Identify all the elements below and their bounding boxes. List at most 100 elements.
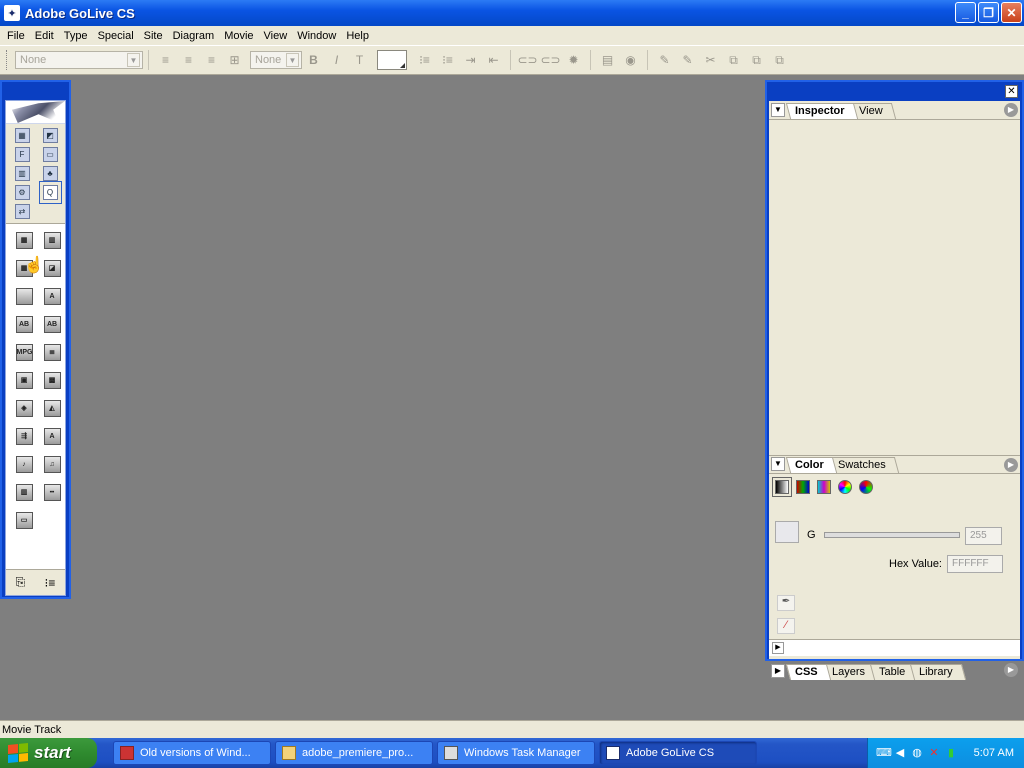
palette-menu-icon[interactable]: ⁝≡ xyxy=(45,576,56,590)
font-size-select[interactable]: None ▼ xyxy=(250,51,302,69)
close-icon[interactable]: ✕ xyxy=(1005,85,1018,98)
panel-menu-icon[interactable]: ▼ xyxy=(771,103,785,117)
tab-smart-icon[interactable]: ◩ xyxy=(42,128,58,143)
tab-smil-icon[interactable]: ⇄ xyxy=(14,204,30,219)
paragraph-format-select[interactable]: None ▼ xyxy=(15,51,143,69)
monitor-icon[interactable]: ▮ xyxy=(944,746,958,760)
mpeg-track-icon[interactable]: MPG xyxy=(15,344,33,361)
browser-menu-icon[interactable]: ◉ xyxy=(620,50,641,70)
menu-movie[interactable]: Movie xyxy=(219,30,258,42)
music-track-icon[interactable]: ♫ xyxy=(43,456,61,473)
pattern-track-icon[interactable]: ▩ xyxy=(43,372,61,389)
align-right-icon[interactable]: ≡ xyxy=(201,50,222,70)
menu-special[interactable]: Special xyxy=(93,30,139,42)
picture-track-icon[interactable]: ◭ xyxy=(43,400,61,417)
panel-menu-icon[interactable]: ▼ xyxy=(771,457,785,471)
tab-forms-icon[interactable]: F xyxy=(14,147,30,162)
tab-color[interactable]: Color xyxy=(785,457,837,473)
preview-menu-icon[interactable]: ▤ xyxy=(597,50,618,70)
expand-triangle-icon[interactable]: ▶ xyxy=(772,642,784,654)
chapter-track-icon[interactable]: AB xyxy=(43,316,61,333)
align-left-icon[interactable]: ≡ xyxy=(155,50,176,70)
clip-track-icon[interactable]: ▥ xyxy=(15,484,33,501)
current-color-swatch[interactable] xyxy=(775,521,799,543)
bold-icon[interactable]: B xyxy=(303,50,324,70)
tab-css[interactable]: CSS xyxy=(785,664,831,680)
taskbar-item-old-versions[interactable]: Old versions of Wind... xyxy=(113,741,271,765)
expand-triangle-icon[interactable]: ▶ xyxy=(771,664,785,678)
copy-object-icon[interactable]: ⧉ xyxy=(723,50,744,70)
toolbar-grip[interactable] xyxy=(6,50,9,70)
no-color-icon[interactable]: ⁄ xyxy=(777,618,795,634)
text-track-icon[interactable]: A xyxy=(43,288,61,305)
link-icon[interactable]: ⊂⊃ xyxy=(517,50,538,70)
hex-value-field[interactable]: FFFFFF xyxy=(947,555,1003,573)
href-track-icon[interactable]: AB xyxy=(15,316,33,333)
outdent-icon[interactable]: ⇤ xyxy=(483,50,504,70)
keyboard-icon[interactable]: ⌨ xyxy=(876,746,892,760)
tab-site-icon[interactable]: ♣ xyxy=(42,166,58,181)
palette-options-icon[interactable]: ⎘ xyxy=(16,575,26,590)
minimize-button[interactable]: _ xyxy=(955,2,976,23)
back-arrow-icon[interactable]: ◀ xyxy=(893,746,907,760)
indent-icon[interactable]: ⇥ xyxy=(460,50,481,70)
tab-inspector[interactable]: Inspector xyxy=(785,103,858,119)
alignment-menu-icon[interactable]: ⊞ xyxy=(224,50,245,70)
menu-site[interactable]: Site xyxy=(139,30,168,42)
pen-add-icon[interactable]: ✎ xyxy=(677,50,698,70)
image-track-icon[interactable]: ◪ xyxy=(43,260,61,277)
close-button[interactable]: ✕ xyxy=(1001,2,1022,23)
text-color-field[interactable] xyxy=(377,50,407,70)
tools-icon[interactable]: ✂ xyxy=(700,50,721,70)
grayscale-mode-icon[interactable] xyxy=(772,477,792,497)
movie-track-icon[interactable]: ▦ xyxy=(15,232,33,249)
menu-view[interactable]: View xyxy=(259,30,293,42)
tab-swatches[interactable]: Swatches xyxy=(828,457,899,473)
list-track-icon[interactable]: ≣ xyxy=(43,344,61,361)
start-button[interactable]: start xyxy=(0,738,97,768)
menu-file[interactable]: File xyxy=(2,30,30,42)
3d-track-icon[interactable]: ◈ xyxy=(15,400,33,417)
tab-basic-icon[interactable]: ▦ xyxy=(14,128,30,143)
bullet-list-icon[interactable]: ⁝≡ xyxy=(437,50,458,70)
hsb-wheel-icon[interactable] xyxy=(838,480,852,494)
eyedropper-icon[interactable]: ✒ xyxy=(777,595,795,611)
menu-window[interactable]: Window xyxy=(292,30,341,42)
tab-diagram-icon[interactable]: ⚙ xyxy=(14,185,30,200)
network-icon[interactable]: ◍ xyxy=(910,746,924,760)
align-center-icon[interactable]: ≡ xyxy=(178,50,199,70)
numbered-list-icon[interactable]: ⁝≡ xyxy=(414,50,435,70)
gradient-track-icon[interactable] xyxy=(15,288,33,305)
gray-channel-slider[interactable] xyxy=(824,532,960,538)
gray-channel-value[interactable]: 255 xyxy=(965,527,1002,545)
taskbar-item-golive[interactable]: Adobe GoLive CS xyxy=(599,741,757,765)
filmstrip-icon[interactable]: ▥ xyxy=(43,232,61,249)
bug-icon[interactable]: ✹ xyxy=(563,50,584,70)
cmyk-mode-icon[interactable] xyxy=(817,480,831,494)
sprite-track-icon[interactable]: ▣ xyxy=(15,372,33,389)
tab-head-icon[interactable]: ▭ xyxy=(42,147,58,162)
taskbar-item-premiere-folder[interactable]: adobe_premiere_pro... xyxy=(275,741,433,765)
sound-track-icon[interactable]: ♪ xyxy=(15,456,33,473)
paste-object-icon[interactable]: ⧉ xyxy=(746,50,767,70)
menu-help[interactable]: Help xyxy=(341,30,374,42)
hsv-wheel-icon[interactable] xyxy=(859,480,873,494)
transition-track-icon[interactable]: ⇶ xyxy=(15,428,33,445)
restore-button[interactable]: ❐ xyxy=(978,2,999,23)
menu-type[interactable]: Type xyxy=(59,30,93,42)
pen-tool-icon[interactable]: ✎ xyxy=(654,50,675,70)
panel-options-icon[interactable]: ▶ xyxy=(1004,663,1018,677)
tab-quicktime-icon[interactable]: Q xyxy=(38,181,62,204)
panel-options-icon[interactable]: ▶ xyxy=(1004,458,1018,472)
panel-options-icon[interactable]: ▶ xyxy=(1004,103,1018,117)
font-track-icon[interactable]: A xyxy=(43,428,61,445)
duplicate-icon[interactable]: ⧉ xyxy=(769,50,790,70)
line-track-icon[interactable]: ┅ xyxy=(43,484,61,501)
teletype-icon[interactable]: T xyxy=(349,50,370,70)
warning-icon[interactable]: ✕ xyxy=(927,746,941,760)
taskbar-item-task-manager[interactable]: Windows Task Manager xyxy=(437,741,595,765)
menu-diagram[interactable]: Diagram xyxy=(168,30,220,42)
frame-track-icon[interactable]: ▭ xyxy=(15,512,33,529)
italic-icon[interactable]: I xyxy=(326,50,347,70)
menu-edit[interactable]: Edit xyxy=(30,30,59,42)
